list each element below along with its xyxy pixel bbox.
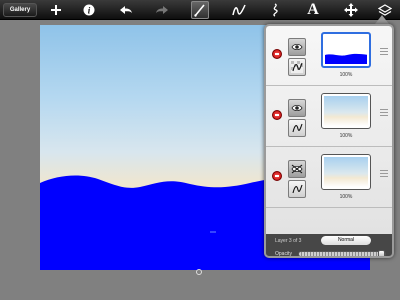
drag-handle-icon[interactable]: [380, 170, 388, 177]
layers-list: 100% 100% 100%: [266, 26, 392, 234]
text-icon[interactable]: A: [304, 1, 322, 19]
layer-thumbnail[interactable]: [321, 93, 371, 129]
layer-opacity-label: 100%: [339, 194, 353, 200]
delete-layer-button[interactable]: [272, 171, 282, 181]
layer-row[interactable]: 100%: [266, 26, 392, 86]
gallery-button[interactable]: Gallery: [3, 3, 37, 17]
layer-thumbnail[interactable]: [321, 32, 371, 68]
canvas-rotate-handle[interactable]: [196, 269, 202, 275]
undo-icon[interactable]: [117, 1, 135, 19]
layer-opacity-label: 100%: [339, 133, 353, 139]
layers-panel: 100% 100% 100% Layer 3 of 3 Normal Opaci…: [264, 24, 394, 258]
opacity-slider[interactable]: [298, 250, 386, 256]
lock-alpha-icon[interactable]: [288, 58, 306, 76]
layer-count-label: Layer 3 of 3: [275, 238, 302, 244]
redo-icon[interactable]: [153, 1, 171, 19]
top-toolbar: Gallery i A: [0, 0, 400, 20]
info-icon[interactable]: i: [80, 1, 98, 19]
delete-layer-button[interactable]: [272, 49, 282, 59]
add-icon[interactable]: [47, 1, 65, 19]
drag-handle-icon[interactable]: [380, 48, 388, 55]
drag-handle-icon[interactable]: [380, 109, 388, 116]
layer-opacity-label: 100%: [339, 72, 353, 78]
layer-info-bar: Layer 3 of 3 Normal: [266, 234, 392, 248]
brush-mode-icon[interactable]: [288, 119, 306, 137]
opacity-slider-knob[interactable]: [378, 250, 385, 256]
blend-mode-button[interactable]: Normal: [321, 236, 371, 245]
layer-thumbnail[interactable]: [321, 154, 371, 190]
delete-layer-button[interactable]: [272, 110, 282, 120]
brush-icon[interactable]: [191, 1, 209, 19]
layer-row[interactable]: 100%: [266, 148, 392, 208]
opacity-label: Opacity: [275, 251, 292, 257]
panel-pointer: [375, 15, 389, 24]
smudge-icon[interactable]: [230, 1, 248, 19]
transform-icon[interactable]: [342, 1, 360, 19]
brush-mode-icon[interactable]: [288, 180, 306, 198]
bristle-icon[interactable]: [266, 1, 284, 19]
visibility-eye-icon[interactable]: [288, 38, 306, 56]
layer-row[interactable]: 100%: [266, 87, 392, 147]
visibility-hidden-icon[interactable]: [288, 160, 306, 178]
visibility-eye-icon[interactable]: [288, 99, 306, 117]
